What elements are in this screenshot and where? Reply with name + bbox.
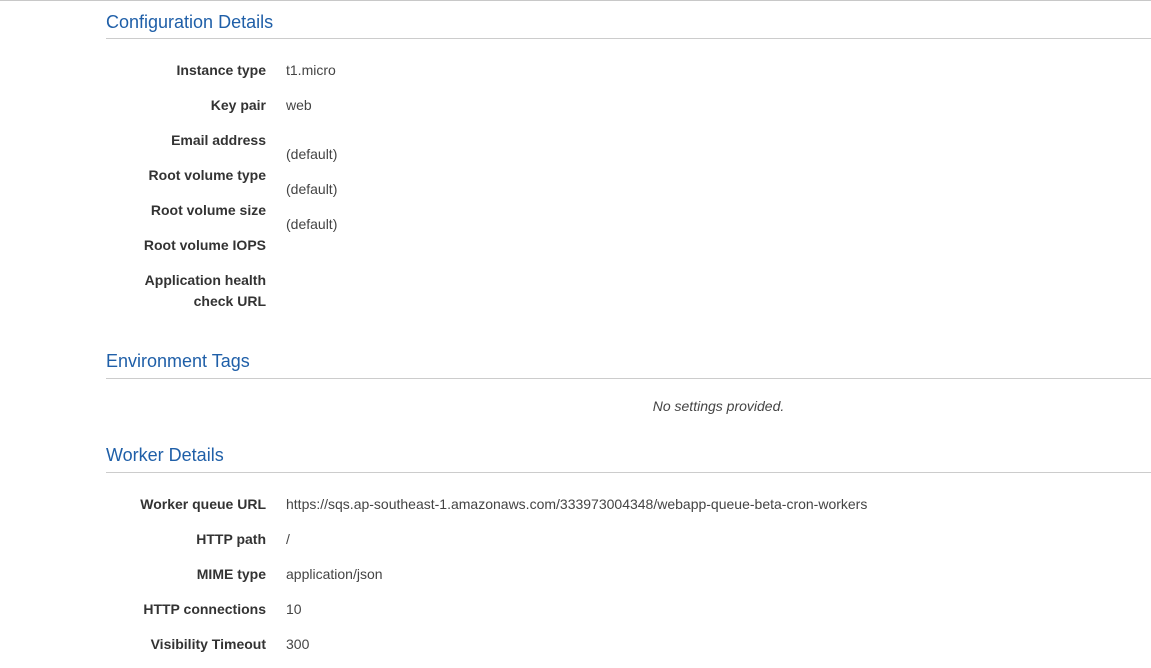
mime-type-label: MIME type — [196, 566, 266, 582]
http-connections-value: 10 — [286, 601, 302, 617]
key-pair-value: web — [286, 97, 312, 113]
environment-tags-heading: Environment Tags — [106, 351, 250, 371]
worker-details-heading: Worker Details — [106, 445, 224, 465]
application-health-check-url-label-line1: Application health — [144, 272, 266, 288]
environment-tags-divider — [106, 378, 1151, 379]
worker-queue-url-label: Worker queue URL — [140, 496, 266, 512]
instance-type-value: t1.micro — [286, 62, 336, 78]
configuration-details-heading: Configuration Details — [106, 12, 274, 32]
http-path-value: / — [286, 531, 290, 547]
root-volume-size-label: Root volume size — [150, 202, 266, 218]
visibility-timeout-label: Visibility Timeout — [150, 636, 266, 652]
worker-details-divider — [106, 472, 1151, 473]
environment-review-page: Configuration Details Instance type t1.m… — [0, 0, 1151, 668]
application-health-check-url-label-line2: check URL — [193, 293, 266, 309]
mime-type-value: application/json — [286, 566, 383, 582]
root-volume-size-value: (default) — [286, 216, 338, 232]
http-connections-label: HTTP connections — [143, 601, 266, 617]
visibility-timeout-value: 300 — [286, 636, 310, 652]
http-path-label: HTTP path — [196, 531, 266, 547]
instance-type-label: Instance type — [176, 62, 266, 78]
root-volume-iops-label: Root volume IOPS — [143, 237, 266, 253]
email-address-label: Email address — [171, 132, 266, 148]
key-pair-label: Key pair — [210, 97, 266, 113]
application-health-check-url-label: Application health check URL — [106, 270, 266, 312]
root-volume-type-value: (default) — [286, 181, 338, 197]
configuration-details-divider — [106, 38, 1151, 39]
no-settings-message: No settings provided. — [652, 398, 785, 414]
email-address-value: (default) — [286, 146, 338, 162]
worker-queue-url-value: https://sqs.ap-southeast-1.amazonaws.com… — [286, 496, 868, 512]
root-volume-type-label: Root volume type — [148, 167, 266, 183]
